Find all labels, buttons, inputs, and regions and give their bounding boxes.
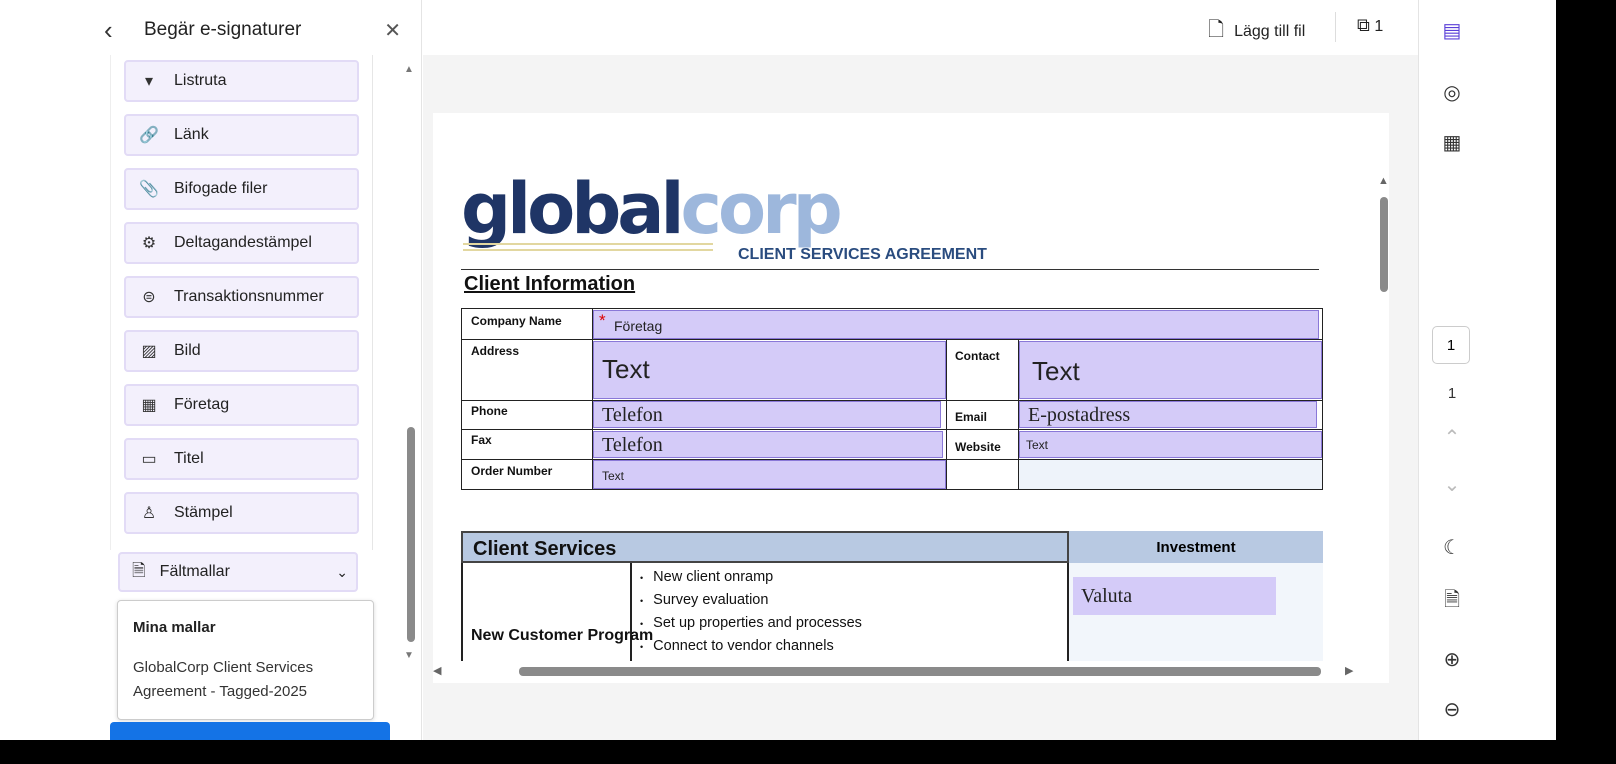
right-rail: ▤ ◎ ▦ 1 1 ⌃ ⌄ ☾ 🗎 ⊕ ⊖ — [1418, 0, 1556, 740]
chevron-down-icon: ⌄ — [336, 563, 348, 580]
template-icon: 🗎 — [132, 560, 146, 580]
label-phone: Phone — [471, 404, 508, 418]
primary-button[interactable] — [110, 722, 390, 740]
comment-icon[interactable]: ◎ — [1439, 80, 1465, 105]
horizontal-scrollbar[interactable]: ◀ ▶ — [433, 661, 1389, 683]
app-window: ‹ Begär e-signaturer ✕ ▾ Listruta 🔗 Länk 📎 Bi… — [0, 0, 1556, 740]
doc-subtitle: CLIENT SERVICES AGREEMENT — [738, 246, 987, 263]
investment-header: Investment — [1069, 531, 1323, 563]
section-heading: Client Information — [464, 273, 636, 295]
zoom-in-icon[interactable]: ⊕ — [1439, 647, 1465, 672]
panel-title: Begär e-signaturer — [144, 19, 302, 40]
label-fax: Fax — [471, 433, 492, 447]
fax-field[interactable]: Telefon — [593, 431, 943, 458]
tool-bild[interactable]: ▨ Bild — [124, 330, 359, 372]
tool-transaktionsnummer[interactable]: ⊜ Transaktionsnummer — [124, 276, 359, 318]
add-file-icon: 🗋 — [1208, 19, 1225, 41]
back-button[interactable]: ‹ — [104, 15, 144, 46]
document-page: globalcorp CLIENT SERVICES AGREEMENT Cli… — [433, 113, 1389, 683]
document-area: globalcorp CLIENT SERVICES AGREEMENT Cli… — [423, 55, 1418, 740]
tool-label: Deltagandestämpel — [174, 234, 312, 251]
label-address: Address — [471, 344, 520, 358]
tool-label: Titel — [174, 450, 204, 467]
paperclip-icon: 📎 — [139, 181, 159, 198]
tool-företag[interactable]: ▦ Företag — [124, 384, 359, 426]
image-icon: ▨ — [141, 343, 157, 360]
address-field[interactable]: Text — [593, 341, 946, 399]
globalcorp-logo: globalcorp — [461, 168, 843, 250]
pages-icon: ⧉ — [1357, 15, 1370, 35]
service-item: • Set up properties and processes — [640, 615, 862, 631]
dropdown-icon: ▾ — [144, 73, 154, 90]
tool-stämpel[interactable]: ♙ Stämpel — [124, 492, 359, 534]
tool-listruta[interactable]: ▾ Listruta — [124, 60, 359, 102]
prev-page-icon[interactable]: ⌃ — [1439, 425, 1465, 450]
order-field[interactable]: Text — [593, 460, 946, 489]
participation-stamp-icon: ⚙ — [141, 235, 157, 252]
label-company: Company Name — [471, 314, 562, 328]
building-icon: ▦ — [141, 397, 157, 414]
tool-deltagandestämpel[interactable]: ⚙ Deltagandestämpel — [124, 222, 359, 264]
page-input[interactable]: 1 — [1432, 326, 1470, 364]
tool-titel[interactable]: ▭ Titel — [124, 438, 359, 480]
field-templates-dropdown[interactable]: 🗎 Fältmallar ⌄ — [118, 552, 358, 592]
tool-label: Länk — [174, 126, 209, 143]
stamp-icon: ♙ — [141, 505, 157, 522]
tool-label: Listruta — [174, 72, 227, 89]
zoom-out-icon[interactable]: ⊖ — [1439, 697, 1465, 722]
label-order: Order Number — [471, 464, 553, 478]
website-field[interactable]: Text — [1019, 431, 1322, 458]
document-scrollbar[interactable]: ▲ ▼ — [1378, 175, 1389, 683]
currency-field[interactable]: Valuta — [1073, 577, 1276, 615]
esign-panel: ‹ Begär e-signaturer ✕ ▾ Listruta 🔗 Länk 📎 Bi… — [0, 0, 422, 740]
templates-menu: Mina mallar GlobalCorp Client Services A… — [117, 600, 374, 720]
services-header: Client Services — [461, 531, 1069, 563]
menu-heading: Mina mallar — [133, 619, 216, 636]
next-page-icon[interactable]: ⌄ — [1439, 472, 1465, 497]
grid-icon[interactable]: ▦ — [1439, 130, 1465, 155]
label-email: Email — [955, 410, 988, 424]
service-item: • New client onramp — [640, 569, 774, 585]
transaction-icon: ⊜ — [142, 289, 156, 306]
service-item: • Connect to vendor channels — [640, 638, 834, 654]
link-icon: 🔗 — [139, 127, 159, 144]
field-tool-list: ▾ Listruta 🔗 Länk 📎 Bifogade filer ⚙ Deltagande… — [110, 55, 373, 550]
top-toolbar: 🗋 Lägg till fil ⧉ 1 — [423, 0, 1418, 55]
tool-bifogade filer[interactable]: 📎 Bifogade filer — [124, 168, 359, 210]
tool-label: Företag — [174, 396, 230, 413]
template-item[interactable]: GlobalCorp Client Services Agreement - T… — [133, 656, 358, 704]
tool-länk[interactable]: 🔗 Länk — [124, 114, 359, 156]
document-icon[interactable]: 🗎 — [1439, 585, 1465, 619]
tool-label: Bild — [174, 342, 201, 359]
service-item: • Survey evaluation — [640, 592, 769, 608]
page-count-button[interactable]: ⧉ 1 — [1357, 15, 1383, 36]
dark-mode-icon[interactable]: ☾ — [1439, 535, 1465, 560]
id-card-icon: ▭ — [141, 451, 157, 468]
esign-fields-icon[interactable]: ▤ — [1439, 18, 1465, 43]
program-label: New Customer Program — [471, 627, 654, 644]
label-contact: Contact — [955, 349, 1000, 363]
contact-field[interactable]: Text — [1019, 341, 1322, 399]
company-field[interactable]: * Företag — [593, 310, 1319, 339]
label-website: Website — [955, 440, 1001, 454]
tool-label: Transaktionsnummer — [174, 288, 324, 305]
page-total: 1 — [1447, 385, 1457, 402]
tool-label: Bifogade filer — [174, 180, 268, 197]
panel-scrollbar[interactable]: ▲ ▼ — [404, 62, 416, 662]
add-file-button[interactable]: 🗋 Lägg till fil — [1208, 15, 1305, 49]
tool-label: Stämpel — [174, 504, 233, 521]
phone-field[interactable]: Telefon — [593, 401, 941, 428]
email-field[interactable]: E-postadress — [1019, 401, 1317, 428]
close-button[interactable]: ✕ — [384, 18, 401, 43]
